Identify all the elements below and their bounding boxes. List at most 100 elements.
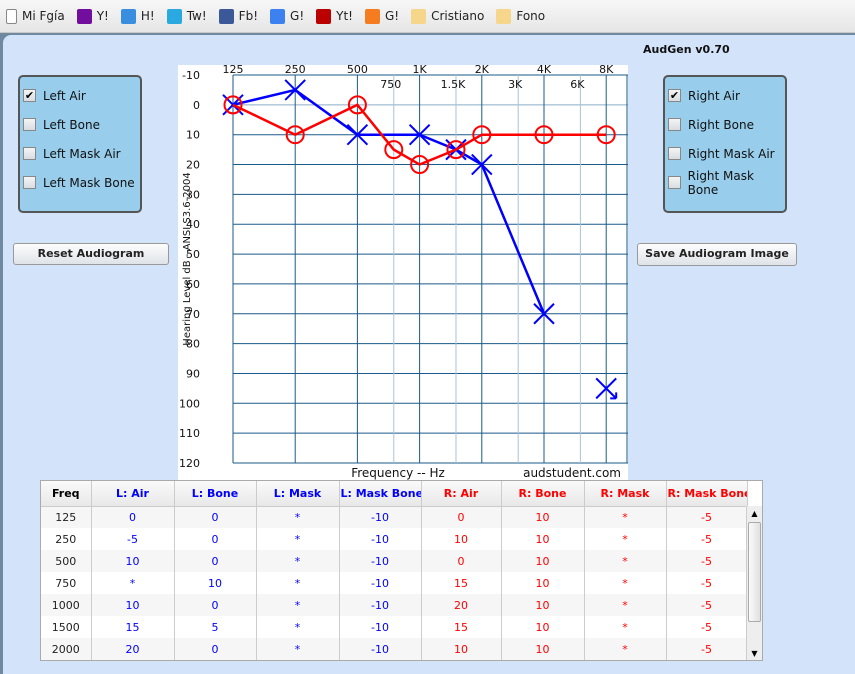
- table-cell[interactable]: -5: [666, 638, 748, 660]
- table-cell[interactable]: -5: [666, 572, 748, 594]
- table-cell[interactable]: *: [256, 506, 340, 528]
- table-cell[interactable]: *: [584, 616, 667, 638]
- column-header[interactable]: Freq: [41, 481, 92, 507]
- table-cell[interactable]: 10: [91, 594, 175, 616]
- checkbox-box[interactable]: [23, 176, 36, 189]
- checkbox-right-bone[interactable]: Right Bone: [665, 110, 785, 139]
- table-cell[interactable]: *: [91, 572, 175, 594]
- table-cell[interactable]: -10: [339, 506, 422, 528]
- table-cell[interactable]: -10: [339, 638, 422, 660]
- checkbox-box[interactable]: [668, 147, 681, 160]
- table-cell[interactable]: 15: [91, 616, 175, 638]
- bookmark-tw-[interactable]: Tw!: [166, 8, 207, 24]
- table-cell[interactable]: 15: [421, 616, 502, 638]
- checkbox-left-mask-bone[interactable]: Left Mask Bone: [20, 168, 140, 197]
- table-cell[interactable]: 10: [501, 572, 585, 594]
- checkbox-left-bone[interactable]: Left Bone: [20, 110, 140, 139]
- table-cell[interactable]: 20: [91, 638, 175, 660]
- bookmark-g-[interactable]: G!: [270, 8, 304, 24]
- table-cell[interactable]: 250: [41, 528, 92, 550]
- audiogram-chart[interactable]: -100102030405060708090100110120125 250 500…: [178, 65, 628, 480]
- bookmark-y-[interactable]: Y!: [76, 8, 109, 24]
- table-cell[interactable]: 20: [421, 594, 502, 616]
- bookmark-h-[interactable]: H!: [120, 8, 155, 24]
- scroll-up-icon[interactable]: ▲: [747, 506, 762, 522]
- table-cell[interactable]: 0: [174, 550, 257, 572]
- table-cell[interactable]: *: [256, 550, 340, 572]
- column-header[interactable]: L: Mask Bone: [339, 481, 422, 507]
- checkbox-right-air[interactable]: ✔ Right Air: [665, 81, 785, 110]
- table-cell[interactable]: 10: [501, 594, 585, 616]
- table-cell[interactable]: 10: [421, 528, 502, 550]
- table-cell[interactable]: 10: [501, 528, 585, 550]
- checkbox-right-mask-air[interactable]: Right Mask Air: [665, 139, 785, 168]
- table-cell[interactable]: 10: [174, 572, 257, 594]
- checkbox-box[interactable]: ✔: [668, 89, 681, 102]
- checkbox-right-mask-bone[interactable]: Right Mask Bone: [665, 168, 785, 197]
- table-cell[interactable]: *: [256, 528, 340, 550]
- table-cell[interactable]: *: [584, 594, 667, 616]
- table-cell[interactable]: *: [256, 616, 340, 638]
- table-cell[interactable]: -10: [339, 594, 422, 616]
- table-cell[interactable]: -5: [666, 550, 748, 572]
- table-cell[interactable]: *: [584, 638, 667, 660]
- table-cell[interactable]: *: [584, 572, 667, 594]
- table-cell[interactable]: 0: [174, 638, 257, 660]
- bookmark-cristiano[interactable]: Cristiano: [411, 8, 484, 24]
- table-cell[interactable]: 1500: [41, 616, 92, 638]
- table-cell[interactable]: 0: [421, 550, 502, 572]
- bookmark-fb-[interactable]: Fb!: [218, 8, 258, 24]
- table-cell[interactable]: -5: [666, 506, 748, 528]
- table-cell[interactable]: -10: [339, 528, 422, 550]
- column-header[interactable]: R: Air: [421, 481, 502, 507]
- table-cell[interactable]: 0: [174, 506, 257, 528]
- checkbox-box[interactable]: [668, 118, 681, 131]
- checkbox-left-air[interactable]: ✔ Left Air: [20, 81, 140, 110]
- bookmark-fono[interactable]: Fono: [496, 8, 545, 24]
- scrollbar-thumb[interactable]: [748, 522, 761, 622]
- table-cell[interactable]: -5: [91, 528, 175, 550]
- column-header[interactable]: R: Bone: [501, 481, 585, 507]
- table-cell[interactable]: *: [584, 528, 667, 550]
- checkbox-box[interactable]: ✔: [23, 89, 36, 102]
- checkbox-box[interactable]: [23, 147, 36, 160]
- table-cell[interactable]: 10: [501, 616, 585, 638]
- table-cell[interactable]: -5: [666, 528, 748, 550]
- column-header[interactable]: R: Mask Bone: [666, 481, 748, 507]
- table-cell[interactable]: *: [256, 638, 340, 660]
- table-cell[interactable]: -5: [666, 594, 748, 616]
- column-header[interactable]: L: Mask: [256, 481, 340, 507]
- table-cell[interactable]: 15: [421, 572, 502, 594]
- checkbox-left-mask-air[interactable]: Left Mask Air: [20, 139, 140, 168]
- save-audiogram-image-button[interactable]: Save Audiogram Image: [637, 243, 797, 266]
- table-scrollbar[interactable]: ▲ ▼: [746, 506, 762, 660]
- table-cell[interactable]: *: [584, 550, 667, 572]
- table-cell[interactable]: -5: [666, 616, 748, 638]
- table-cell[interactable]: 10: [501, 638, 585, 660]
- table-cell[interactable]: 10: [501, 506, 585, 528]
- scroll-down-icon[interactable]: ▼: [747, 646, 762, 660]
- table-cell[interactable]: *: [256, 572, 340, 594]
- table-cell[interactable]: 2000: [41, 638, 92, 660]
- table-cell[interactable]: -10: [339, 616, 422, 638]
- column-header[interactable]: L: Air: [91, 481, 175, 507]
- table-cell[interactable]: -10: [339, 550, 422, 572]
- table-cell[interactable]: *: [256, 594, 340, 616]
- column-header[interactable]: L: Bone: [174, 481, 257, 507]
- table-cell[interactable]: 10: [421, 638, 502, 660]
- bookmark-yt-[interactable]: Yt!: [316, 8, 353, 24]
- table-cell[interactable]: *: [584, 506, 667, 528]
- table-cell[interactable]: 0: [174, 528, 257, 550]
- checkbox-box[interactable]: [23, 118, 36, 131]
- table-cell[interactable]: 10: [501, 550, 585, 572]
- table-cell[interactable]: 125: [41, 506, 92, 528]
- checkbox-box[interactable]: [668, 176, 681, 189]
- bookmark-mi-fg-a[interactable]: Mi Fgía: [6, 8, 65, 24]
- bookmark-g-[interactable]: G!: [364, 8, 399, 24]
- table-cell[interactable]: 5: [174, 616, 257, 638]
- table-cell[interactable]: 0: [91, 506, 175, 528]
- table-cell[interactable]: -10: [339, 572, 422, 594]
- table-cell[interactable]: 750: [41, 572, 92, 594]
- column-header[interactable]: R: Mask: [584, 481, 667, 507]
- table-cell[interactable]: 0: [421, 506, 502, 528]
